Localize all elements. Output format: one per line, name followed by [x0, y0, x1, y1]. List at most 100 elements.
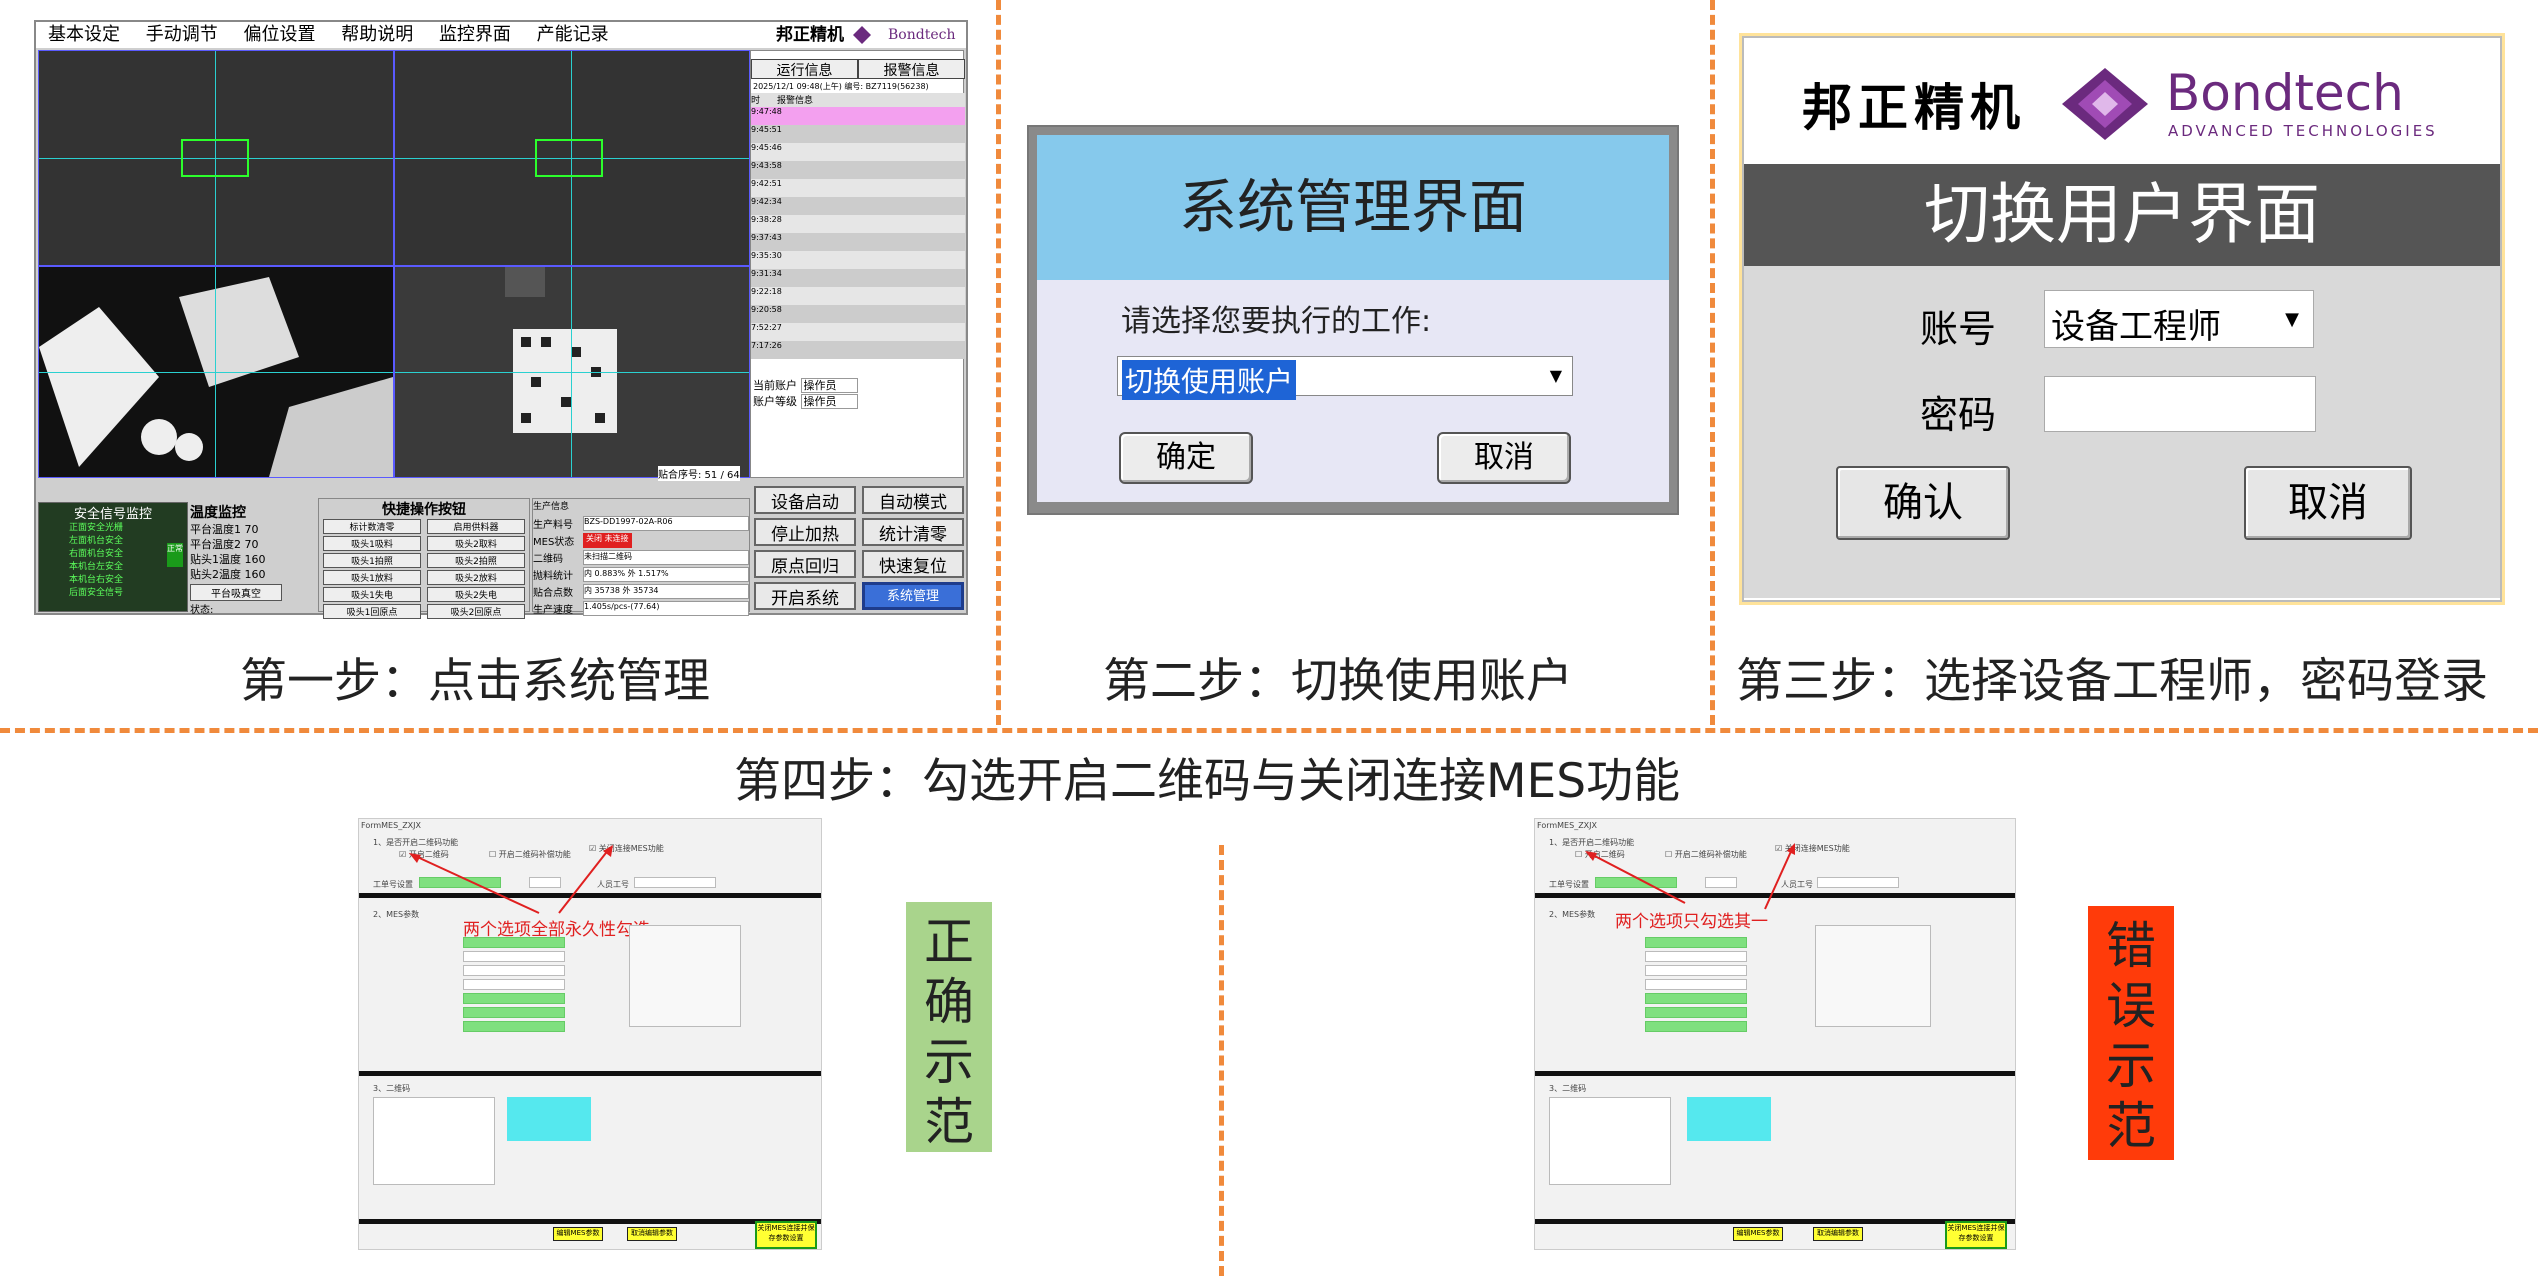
mes-param-field[interactable] — [1645, 1007, 1747, 1018]
qr-text-area[interactable] — [1549, 1097, 1671, 1185]
brand-sub: ADVANCED TECHNOLOGIES — [2168, 122, 2438, 140]
menu-offset[interactable]: 偏位设置 — [243, 24, 315, 45]
shortcut-button[interactable]: 吸头2取料 — [427, 536, 525, 551]
mes-param-field[interactable] — [463, 979, 565, 990]
mes-param-field[interactable] — [1645, 1021, 1747, 1032]
shortcut-button[interactable]: 吸头1拍照 — [323, 553, 421, 568]
mes-param-field[interactable] — [463, 1007, 565, 1018]
jog-pad[interactable] — [507, 1097, 591, 1141]
home-return-button[interactable]: 原点回归 — [754, 550, 856, 578]
account-select[interactable]: 设备工程师 ▼ — [2044, 290, 2314, 348]
main-monitor-screen: 基本设定 手动调节 偏位设置 帮助说明 监控界面 产能记录 邦正精机 Bondt… — [34, 20, 968, 619]
cancel-edit-param-button[interactable]: 取消编辑参数 — [1813, 1227, 1863, 1241]
mes-param-field[interactable] — [463, 1021, 565, 1032]
menu-output[interactable]: 产能记录 — [537, 24, 609, 45]
shortcut-button[interactable]: 吸头2回原点 — [427, 604, 525, 619]
mes-status-value: 关闭 未连接 — [583, 533, 632, 548]
cancel-button[interactable]: 取消 — [2244, 466, 2412, 540]
bondtech-logo-icon — [2062, 68, 2148, 140]
correct-example-tag: 正确示范 — [906, 902, 992, 1152]
cancel-edit-param-button[interactable]: 取消编辑参数 — [627, 1227, 677, 1241]
divider — [359, 1219, 821, 1224]
account-level-label: 账户等级 — [753, 395, 797, 408]
mes-param-field[interactable] — [1645, 965, 1747, 976]
correct-tag-text: 正确示范 — [924, 913, 974, 1151]
temp-value: 160 — [244, 568, 266, 581]
safety-item: 后面安全信号 — [69, 588, 124, 598]
menu-monitor[interactable]: 监控界面 — [439, 24, 511, 45]
task-select-value: 切换使用账户 — [1122, 360, 1297, 400]
shortcut-button[interactable]: 吸头1失电 — [323, 587, 421, 602]
step2-caption: 第二步：切换使用账户 — [1103, 654, 1573, 709]
divider — [1535, 1071, 2015, 1076]
step1-caption: 第一步：点击系统管理 — [240, 654, 710, 709]
temp-title: 温度监控 — [190, 505, 246, 521]
mes-param-field[interactable] — [463, 965, 565, 976]
cancel-button[interactable]: 取消 — [1437, 432, 1571, 484]
open-system-button[interactable]: 开启系统 — [754, 582, 856, 610]
jog-pad[interactable] — [1687, 1097, 1771, 1141]
product-value: BZS-DD1997-02A-R06 — [583, 516, 749, 531]
product-value: 1.405s/pcs-(77.64) — [583, 601, 749, 616]
mes-param-field[interactable] — [1645, 937, 1747, 948]
shortcut-button[interactable]: 吸头2失电 — [427, 587, 525, 602]
account-select-value: 设备工程师 — [2051, 307, 2221, 347]
menu-manual[interactable]: 手动调节 — [146, 24, 218, 45]
camera-view-2 — [394, 50, 750, 266]
current-account-label: 当前账户 — [753, 379, 797, 392]
counter-clear-button[interactable]: 标计数清零 — [323, 519, 421, 534]
mes-param-field[interactable] — [463, 937, 565, 948]
tab-run-info[interactable]: 运行信息 — [751, 59, 858, 79]
safety-badge: 正常 — [167, 543, 183, 567]
close-mes-save-button[interactable]: 关闭MES连接并保存参数设置 — [1945, 1221, 2007, 1249]
shortcut-panel: 快捷操作按钮 标计数清零 启用供料器 吸头1吸料 吸头2取料 吸头1拍照 吸头2… — [318, 498, 530, 619]
close-mes-save-button[interactable]: 关闭MES连接并保存参数设置 — [755, 1221, 817, 1249]
cam-status: 贴合序号: 51 / 64 — [658, 466, 740, 481]
logo-icon — [853, 26, 871, 44]
mes-param-field[interactable] — [1645, 993, 1747, 1004]
mes-settings-wrong: FormMES_ZXJX 1、是否开启二维码功能 ☐ 开启二维码 ☐ 开启二维码… — [1534, 818, 2016, 1250]
safety-item: 正面安全光栅 — [69, 523, 124, 533]
mes-param-field[interactable] — [463, 993, 565, 1004]
edit-mes-param-button[interactable]: 编辑MES参数 — [1733, 1227, 1783, 1241]
enable-feeder-button[interactable]: 启用供料器 — [427, 519, 525, 534]
stop-heating-button[interactable]: 停止加热 — [754, 518, 856, 546]
task-select[interactable]: 切换使用账户 ▼ — [1117, 356, 1573, 400]
alarm-col-msg: 报警信息 — [777, 96, 814, 106]
temperature-monitor: 温度监控 平台温度1 70 平台温度2 70 贴头1温度 160 贴头2温度 1… — [190, 502, 316, 616]
dialog-header: 系统管理界面 — [1037, 135, 1669, 280]
product-label: 抛料统计 — [533, 571, 573, 582]
confirm-button[interactable]: 确认 — [1836, 466, 2010, 540]
shortcut-button[interactable]: 吸头1放料 — [323, 570, 421, 585]
quick-reset-button[interactable]: 快速复位 — [862, 550, 964, 578]
shortcut-button[interactable]: 吸头2放料 — [427, 570, 525, 585]
qr-text-area[interactable] — [373, 1097, 495, 1185]
ok-button[interactable]: 确定 — [1119, 432, 1253, 484]
menu-help[interactable]: 帮助说明 — [341, 24, 413, 45]
shortcut-button[interactable]: 吸头1吸料 — [323, 536, 421, 551]
system-management-button[interactable]: 系统管理 — [862, 582, 964, 610]
alarm-list[interactable]: 9:47:48 9:45:51 9:45:46 9:43:58 9:42:51 … — [751, 107, 965, 375]
chevron-down-icon: ▼ — [1549, 366, 1562, 385]
menu-basic[interactable]: 基本设定 — [48, 24, 120, 45]
mes-result-box — [1815, 925, 1931, 1027]
shortcut-button[interactable]: 吸头1回原点 — [323, 604, 421, 619]
mes-param-field[interactable] — [463, 951, 565, 962]
edit-mes-param-button[interactable]: 编辑MES参数 — [553, 1227, 603, 1241]
mes-param-field[interactable] — [1645, 979, 1747, 990]
password-input[interactable] — [2044, 376, 2316, 432]
camera-view-4 — [394, 266, 750, 478]
password-label: 密码 — [1920, 393, 1997, 437]
current-account-value: 操作员 — [800, 378, 858, 393]
separator — [1219, 845, 1224, 1276]
tab-alarm-info[interactable]: 报警信息 — [858, 59, 965, 79]
mes-param-field[interactable] — [1645, 951, 1747, 962]
alarm-col-time: 时 — [751, 96, 761, 106]
device-start-button[interactable]: 设备启动 — [754, 486, 856, 514]
platform-vacuum-button[interactable]: 平台吸真空 — [190, 584, 282, 601]
auto-mode-button[interactable]: 自动模式 — [862, 486, 964, 514]
shortcut-button[interactable]: 吸头2拍照 — [427, 553, 525, 568]
mes-settings-correct: FormMES_ZXJX 1、是否开启二维码功能 ☑ 开启二维码 ☐ 开启二维码… — [358, 818, 822, 1250]
system-management-label: 系统管理 — [886, 589, 939, 604]
stats-clear-button[interactable]: 统计清零 — [862, 518, 964, 546]
